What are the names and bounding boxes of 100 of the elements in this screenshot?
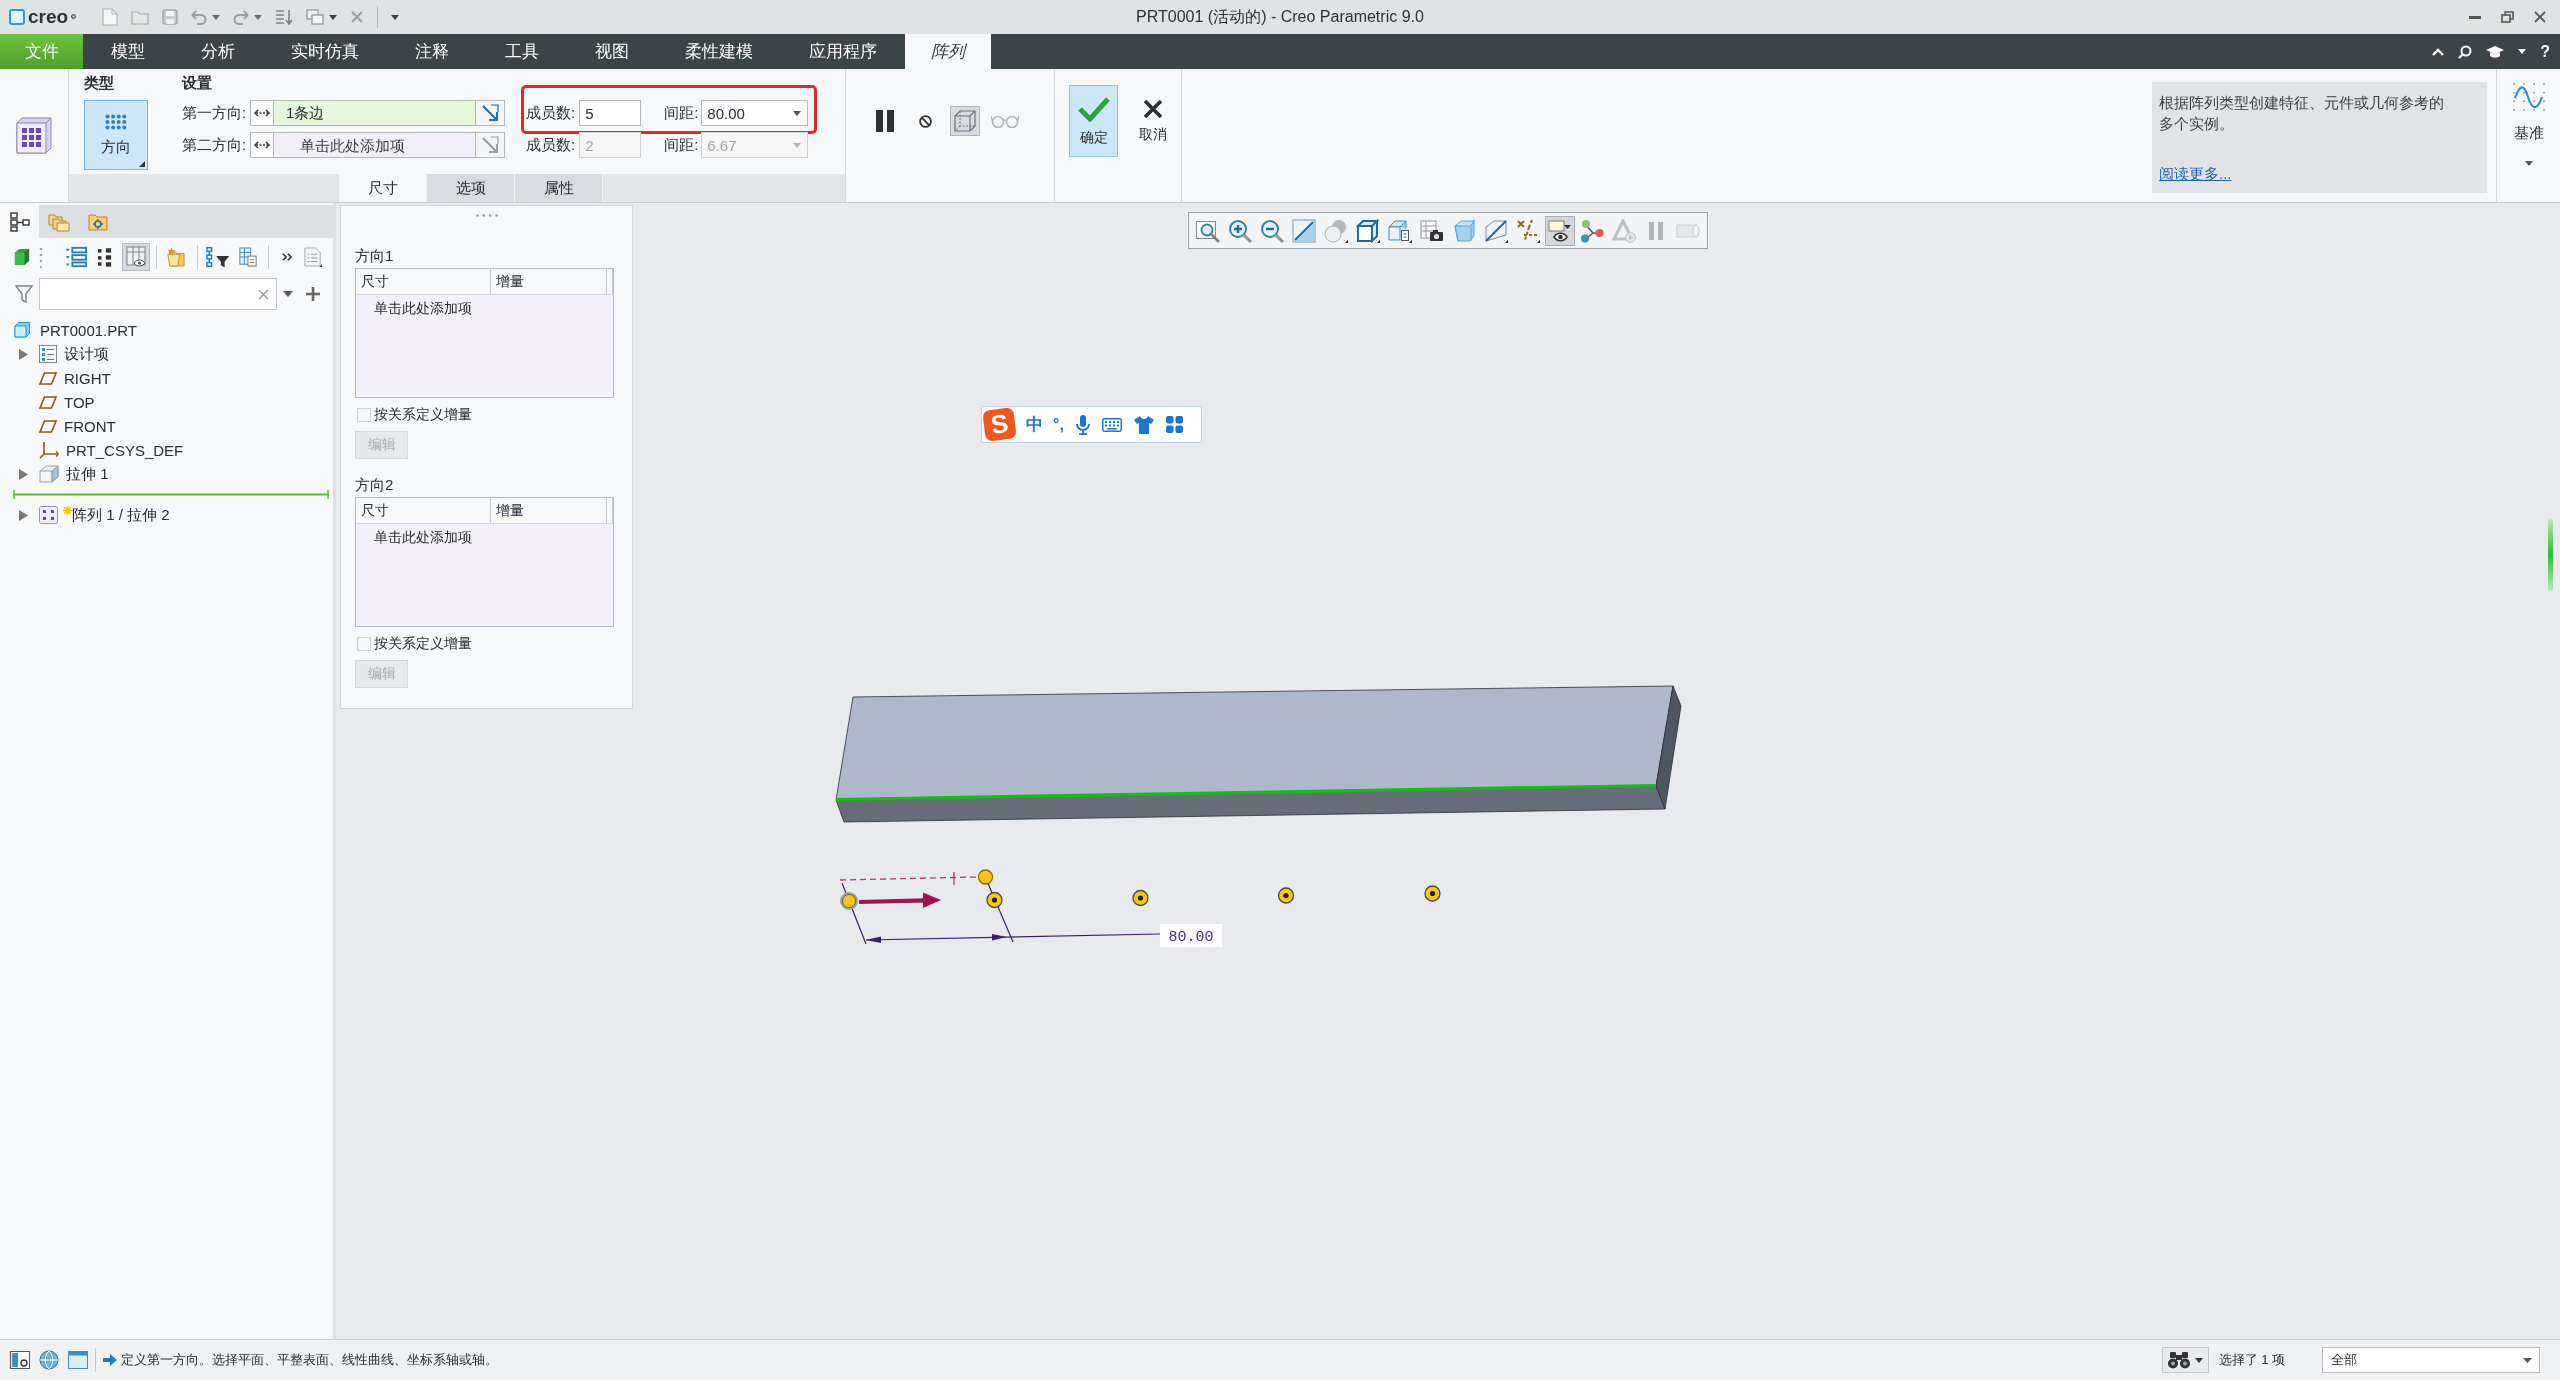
- menu-tab[interactable]: 应用程序: [781, 34, 905, 69]
- diagonal-square-icon: [1292, 218, 1316, 243]
- tree-item[interactable]: PRT0001.PRT: [40, 321, 137, 339]
- group-title: 类型: [84, 73, 115, 93]
- clear-icon[interactable]: [258, 288, 269, 300]
- caret-icon[interactable]: [283, 291, 293, 297]
- panel-tab[interactable]: 选项: [427, 174, 515, 202]
- columns-button[interactable]: [122, 243, 150, 271]
- glasses-icon: [991, 114, 1019, 128]
- list-arrows-icon[interactable]: [275, 9, 293, 25]
- menu-tab[interactable]: 模型: [83, 34, 173, 69]
- window-icon[interactable]: [68, 1351, 88, 1369]
- panel-tab[interactable]: 属性: [515, 174, 603, 202]
- grip-icon[interactable]: [475, 214, 498, 217]
- flip-direction-button[interactable]: [250, 132, 274, 158]
- member-count-field[interactable]: 5: [579, 100, 642, 126]
- triangle-icon: [1612, 218, 1636, 243]
- punctuation-toggle[interactable]: °,: [1053, 415, 1064, 434]
- panel-tab[interactable]: 尺寸: [339, 174, 427, 202]
- panel-icon[interactable]: [10, 1351, 30, 1369]
- shirt-icon[interactable]: [1133, 415, 1154, 434]
- menu-tab[interactable]: 分析: [173, 34, 263, 69]
- caret-icon[interactable]: [2518, 49, 2527, 54]
- tree-item[interactable]: 阵列 1 / 拉伸 2: [72, 505, 170, 525]
- pattern-member-marker[interactable]: [840, 892, 858, 910]
- sine-wave-icon[interactable]: [2512, 82, 2545, 112]
- list-icon: [39, 345, 57, 363]
- expand-arrow-icon[interactable]: [19, 509, 28, 521]
- caret-icon[interactable]: [329, 14, 337, 20]
- four-squares-icon[interactable]: [1165, 416, 1183, 433]
- search-icon[interactable]: [2458, 44, 2473, 59]
- dimension-label[interactable]: 80.00: [1160, 924, 1222, 947]
- tree-item[interactable]: PRT_CSYS_DEF: [66, 441, 184, 459]
- plus-icon[interactable]: [306, 287, 320, 301]
- menu-tab[interactable]: 柔性建模: [657, 34, 781, 69]
- field-label: 成员数:: [526, 103, 576, 123]
- drag-handle[interactable]: [977, 869, 994, 885]
- preview-toggle-button[interactable]: [950, 106, 980, 136]
- type-button[interactable]: 方向: [84, 100, 148, 170]
- table-icon: [239, 246, 257, 268]
- diagonal-arrow-icon: [480, 103, 500, 123]
- menu-tab[interactable]: 实时仿真: [263, 34, 387, 69]
- panel-tab[interactable]: [0, 205, 39, 238]
- caret-icon[interactable]: [391, 14, 399, 20]
- info-text: 根据阵列类型创建特征、元件或几何参考的多个实例。: [2159, 93, 2445, 134]
- pattern-member-marker[interactable]: [986, 891, 1003, 909]
- direction-arrow[interactable]: [858, 892, 941, 908]
- minimize-icon[interactable]: [2469, 15, 2481, 19]
- help-button[interactable]: ?: [2540, 42, 2550, 61]
- keyboard-icon[interactable]: [1101, 417, 1122, 432]
- corner-triangle-icon: [139, 161, 145, 167]
- input-mode-toggle[interactable]: 中: [1026, 413, 1043, 436]
- tree-item[interactable]: 拉伸 1: [66, 464, 109, 484]
- windows-icon[interactable]: [306, 9, 324, 25]
- tree-item[interactable]: TOP: [64, 393, 95, 411]
- pattern-member-marker[interactable]: [1277, 887, 1295, 904]
- globe-icon[interactable]: [39, 1350, 59, 1370]
- pattern-member-marker[interactable]: [1424, 885, 1441, 902]
- selection-button[interactable]: [475, 100, 505, 126]
- caret-icon[interactable]: [2194, 1357, 2203, 1363]
- add-item-prompt[interactable]: 单击此处添加项: [356, 297, 472, 319]
- restore-icon[interactable]: [2501, 11, 2514, 23]
- field-label: 间距:: [664, 135, 699, 155]
- double-chevron-icon: [282, 252, 292, 262]
- filter-field[interactable]: [39, 278, 277, 310]
- menu-tab[interactable]: 注释: [387, 34, 477, 69]
- microphone-icon[interactable]: [1075, 414, 1090, 435]
- spacing-dropdown[interactable]: 80.00: [701, 100, 809, 126]
- menu-tab[interactable]: 阵列: [905, 34, 991, 69]
- graduation-cap-icon[interactable]: [2486, 45, 2505, 58]
- plane-icon: [1484, 218, 1508, 243]
- caret-icon[interactable]: [793, 110, 802, 116]
- tree-item[interactable]: 设计项: [64, 344, 109, 364]
- caret-icon[interactable]: [2524, 161, 2533, 166]
- add-item-prompt[interactable]: 单击此处添加项: [356, 526, 472, 548]
- flip-direction-button[interactable]: [250, 100, 274, 126]
- table-eye-icon: [126, 246, 146, 268]
- axes-icon: [1516, 218, 1540, 243]
- parallelogram-icon: [39, 419, 57, 433]
- group-title: 设置: [182, 73, 213, 93]
- pattern-member-marker[interactable]: [1132, 889, 1149, 907]
- selection-filter-dropdown[interactable]: 全部: [2322, 1347, 2540, 1373]
- menu-tab[interactable]: 视图: [567, 34, 657, 69]
- selection-button[interactable]: [475, 132, 505, 158]
- tree-item[interactable]: RIGHT: [64, 369, 111, 387]
- collector-field[interactable]: 1条边: [274, 100, 475, 126]
- ok-button[interactable]: 确定: [1069, 85, 1118, 157]
- scrollbar-thumb[interactable]: [2548, 519, 2553, 591]
- find-button[interactable]: [2161, 1347, 2209, 1373]
- cancel-button[interactable]: 取消: [1128, 85, 1177, 157]
- expand-arrow-icon[interactable]: [19, 348, 28, 360]
- expand-arrow-icon[interactable]: [19, 468, 28, 480]
- view-tool-button[interactable]: [1545, 215, 1575, 246]
- chevron-up-icon[interactable]: [2432, 47, 2445, 56]
- tree-item[interactable]: FRONT: [64, 417, 116, 435]
- close-icon[interactable]: [2534, 11, 2546, 23]
- layers-icon: [47, 211, 70, 232]
- cube-icon: [9, 9, 25, 25]
- read-more-link[interactable]: 阅读更多...: [2159, 165, 2232, 184]
- menu-tab[interactable]: 工具: [477, 34, 567, 69]
